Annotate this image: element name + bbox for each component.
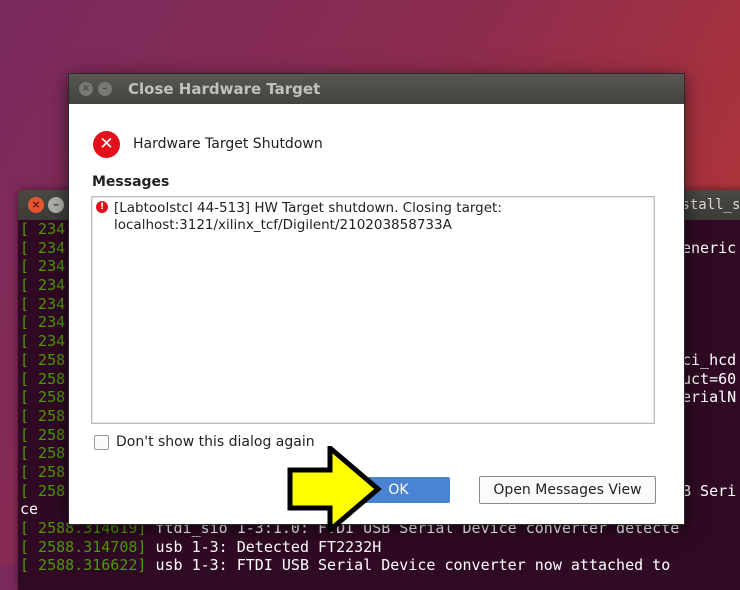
dialog-title: Close Hardware Target [128,80,321,98]
terminal-close-icon[interactable]: × [28,197,44,213]
terminal-minimize-icon[interactable]: – [48,197,64,213]
terminal-timestamp: [ 258 [20,369,66,388]
terminal-timestamp: [ 234 [20,220,66,238]
terminal-timestamp: [ 258 [20,388,66,407]
message-line: localhost:3121/xilinx_tcf/Digilent/21020… [114,217,452,233]
dialog-minimize-icon[interactable]: – [98,82,112,96]
terminal-timestamp: [ 234 [20,276,66,295]
terminal-line-fragment: erialN [682,388,737,407]
terminal-line-fragment: B Seri [682,481,737,500]
terminal-line-fragment: ci_hcd [682,350,737,369]
terminal-timestamp: [ 258 [20,481,66,500]
dont-show-again-label[interactable]: Don't show this dialog again [116,434,315,450]
dialog-titlebar[interactable]: × – Close Hardware Target [69,74,684,104]
terminal-line: [ 2588.316622] usb 1-3: FTDI USB Serial … [20,556,740,575]
terminal-timestamp: [ 234 [20,313,66,332]
terminal-timestamp: [ 2588.314708] [20,537,147,556]
dialog-header-text: Hardware Target Shutdown [133,136,323,152]
terminal-timestamp: [ 258 [20,350,66,369]
dialog-close-icon[interactable]: × [79,82,93,96]
open-messages-view-button[interactable]: Open Messages View [479,476,656,504]
terminal-timestamp: [ 258 [20,444,66,463]
terminal-timestamp: [ 258 [20,425,66,444]
messages-label: Messages [92,174,170,190]
terminal-line-fragment: eneric [682,238,737,257]
message-error-icon: ! [96,201,108,213]
terminal-timestamp: [ 2588.316622] [20,556,147,575]
message-line: [Labtoolstcl 44-513] HW Target shutdown.… [114,200,502,216]
messages-list[interactable]: ! [Labtoolstcl 44-513] HW Target shutdow… [91,196,655,424]
terminal-timestamp: [ 258 [20,406,66,425]
terminal-line: [ 2588.314708] usb 1-3: Detected FT2232H [20,538,740,557]
message-text[interactable]: [Labtoolstcl 44-513] HW Target shutdown.… [114,200,502,234]
terminal-timestamp: [ 234 [20,294,66,313]
terminal-timestamp: [ 234 [20,238,66,257]
terminal-line-fragment: uct=60 [682,369,737,388]
dont-show-again-checkbox[interactable] [94,435,109,450]
yellow-arrow-icon [287,446,382,532]
terminal-timestamp: [ 234 [20,332,66,351]
terminal-timestamp: [ 234 [20,257,66,276]
error-icon: ✕ [93,131,120,158]
terminal-line-text: usb 1-3: Detected FT2232H [146,537,382,556]
terminal-line-text: usb 1-3: FTDI USB Serial Device converte… [146,556,671,575]
terminal-timestamp: [ 258 [20,462,66,481]
